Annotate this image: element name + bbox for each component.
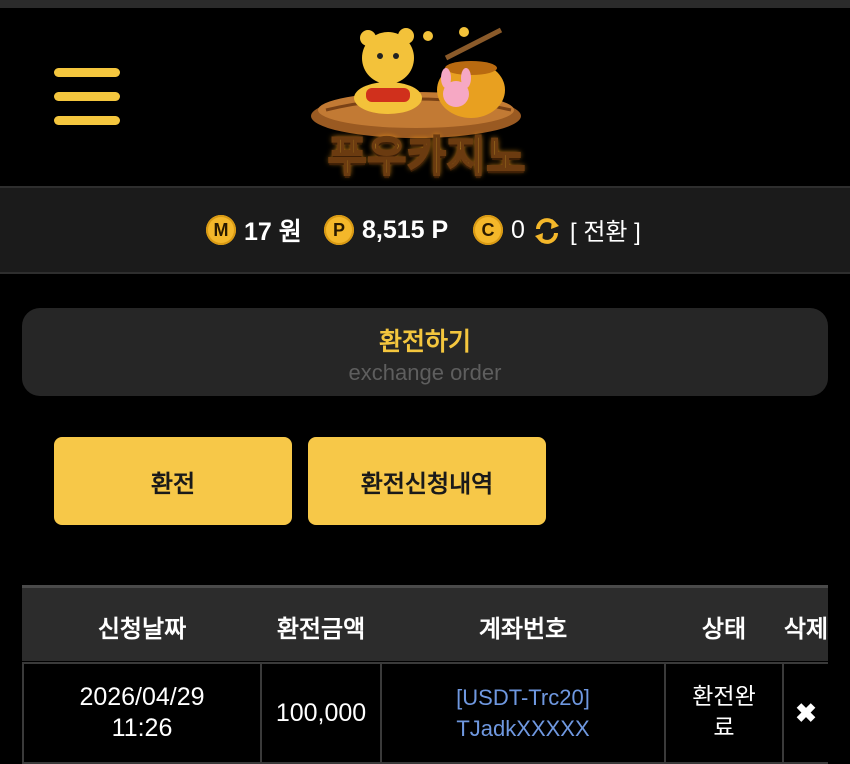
exchange-history-tab-button[interactable]: 환전신청내역 [308, 437, 546, 525]
point-coin-icon: P [324, 215, 354, 245]
table-header: 신청날짜 환전금액 계좌번호 상태 삭제 [22, 585, 828, 661]
coin-value: 0 [511, 215, 525, 244]
convert-button[interactable]: [ 전환 ] [570, 212, 641, 247]
point-balance: P 8,515 P [324, 212, 448, 248]
logo-text: 푸우카지노 [327, 131, 527, 182]
site-logo[interactable]: 푸우카지노 [296, 18, 558, 186]
money-coin-icon: M [206, 215, 236, 245]
row-date-cell: 2026/04/29 11:26 [22, 662, 262, 764]
row-amount: 100,000 [275, 698, 367, 727]
page-title-panel: 환전하기 exchange order [22, 308, 828, 396]
row-delete-cell: ✖ [782, 662, 828, 764]
row-date: 2026/04/29 [79, 683, 205, 711]
row-account-type: [USDT-Trc20] [456, 685, 590, 710]
coin-balance: C 0 [473, 212, 525, 248]
money-balance: M 17 원 [206, 212, 302, 248]
hamburger-menu-icon[interactable] [52, 68, 122, 128]
column-header-amount: 환전금액 [276, 614, 366, 643]
money-value: 17 원 [244, 218, 302, 246]
delete-icon[interactable]: ✖ [795, 698, 817, 729]
logo-illustration [311, 27, 521, 138]
point-value: 8,515 P [362, 215, 449, 244]
row-status-line1: 환전완 [692, 684, 756, 710]
top-border [0, 0, 850, 8]
site-header: 푸우카지노 [0, 8, 850, 186]
row-amount-cell: 100,000 [260, 662, 382, 764]
column-header-delete: 삭제 [783, 614, 828, 643]
page-subtitle: exchange order [348, 360, 502, 385]
menu-bar [54, 92, 120, 101]
exchange-history-table: 신청날짜 환전금액 계좌번호 상태 삭제 2026/04/29 11:26 10… [22, 585, 828, 764]
column-header-date: 신청날짜 [97, 614, 187, 643]
casino-coin-icon: C [473, 215, 503, 245]
column-header-status: 상태 [701, 614, 747, 643]
row-status-cell: 환전완 료 [664, 662, 784, 764]
row-time: 11:26 [111, 714, 173, 742]
table-row: 2026/04/29 11:26 100,000 [USDT-Trc20] TJ… [22, 662, 828, 764]
page-title: 환전하기 [378, 327, 471, 356]
row-account-number: TJadkXXXXX [456, 716, 590, 741]
menu-bar [54, 68, 120, 77]
balance-bar: M 17 원 P 8,515 P C 0 [0, 186, 850, 274]
menu-bar [54, 116, 120, 125]
row-account-cell[interactable]: [USDT-Trc20] TJadkXXXXX [380, 662, 666, 764]
refresh-icon[interactable] [532, 216, 562, 246]
row-status-line2: 료 [713, 715, 735, 741]
column-header-account: 계좌번호 [478, 614, 568, 643]
exchange-tab-button[interactable]: 환전 [54, 437, 292, 525]
